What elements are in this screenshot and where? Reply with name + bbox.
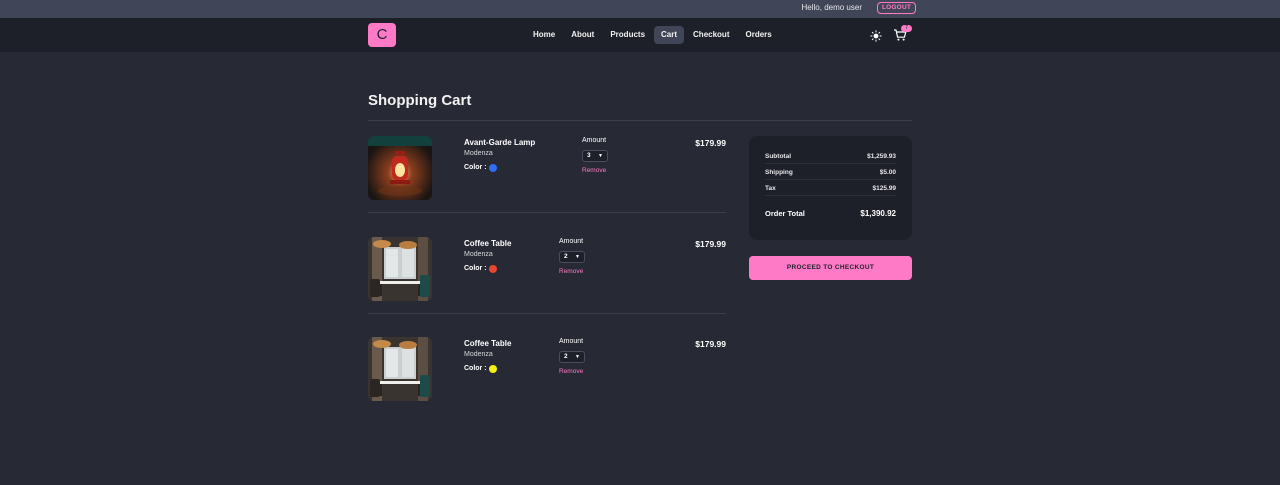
amount-select[interactable]: 2 ▼ bbox=[559, 251, 585, 263]
tax-value: $125.99 bbox=[872, 185, 897, 192]
product-image-lamp bbox=[368, 136, 432, 200]
remove-button[interactable]: Remove bbox=[559, 268, 583, 275]
nav-link-about[interactable]: About bbox=[564, 26, 601, 44]
product-image-coffee-table bbox=[368, 337, 432, 401]
color-label: Color : bbox=[464, 265, 487, 272]
cart-item: Coffee Table Modenza Color : Amount 2 ▼ … bbox=[368, 237, 726, 301]
amount-label: Amount bbox=[559, 338, 584, 345]
nav-link-orders[interactable]: Orders bbox=[738, 26, 778, 44]
amount-value: 2 bbox=[564, 353, 568, 360]
amount-label: Amount bbox=[582, 137, 607, 144]
amount-label: Amount bbox=[559, 238, 584, 245]
remove-button[interactable]: Remove bbox=[582, 167, 606, 174]
product-price: $179.99 bbox=[695, 239, 726, 249]
order-total-label: Order Total bbox=[765, 209, 805, 218]
color-swatch bbox=[489, 164, 497, 172]
product-company: Modenza bbox=[464, 251, 493, 258]
chevron-down-icon: ▼ bbox=[598, 153, 603, 159]
item-divider bbox=[368, 313, 726, 314]
product-image-coffee-table bbox=[368, 237, 432, 301]
product-price: $179.99 bbox=[695, 339, 726, 349]
order-summary: Subtotal $1,259.93 Shipping $5.00 Tax $1… bbox=[749, 136, 912, 240]
color-swatch bbox=[489, 365, 497, 373]
cart-item: Coffee Table Modenza Color : Amount 2 ▼ … bbox=[368, 337, 726, 401]
subtotal-label: Subtotal bbox=[765, 153, 791, 160]
item-divider bbox=[368, 212, 726, 213]
subtotal-row: Subtotal $1,259.93 bbox=[765, 148, 896, 164]
proceed-to-checkout-button[interactable]: PROCEED TO CHECKOUT bbox=[749, 256, 912, 280]
top-bar: Hello, demo user LOGOUT bbox=[0, 0, 1280, 18]
product-company: Modenza bbox=[464, 150, 493, 157]
color-label: Color : bbox=[464, 164, 487, 171]
greeting-text: Hello, demo user bbox=[801, 3, 862, 12]
nav-link-products[interactable]: Products bbox=[603, 26, 652, 44]
logout-button[interactable]: LOGOUT bbox=[877, 2, 917, 14]
cart-item: Avant-Garde Lamp Modenza Color : Amount … bbox=[368, 136, 726, 200]
tax-label: Tax bbox=[765, 185, 776, 192]
cart-count-badge: 7 bbox=[901, 25, 912, 32]
product-name[interactable]: Coffee Table bbox=[464, 339, 511, 348]
amount-select[interactable]: 3 ▼ bbox=[582, 150, 608, 162]
title-divider bbox=[368, 120, 912, 121]
logo[interactable]: C bbox=[368, 23, 396, 47]
shipping-row: Shipping $5.00 bbox=[765, 164, 896, 180]
chevron-down-icon: ▼ bbox=[575, 354, 580, 360]
nav-link-home[interactable]: Home bbox=[526, 26, 562, 44]
chevron-down-icon: ▼ bbox=[575, 254, 580, 260]
remove-button[interactable]: Remove bbox=[559, 368, 583, 375]
nav-links: Home About Products Cart Checkout Orders bbox=[526, 26, 781, 44]
amount-value: 2 bbox=[564, 253, 568, 260]
amount-select[interactable]: 2 ▼ bbox=[559, 351, 585, 363]
shipping-value: $5.00 bbox=[879, 169, 896, 176]
nav-link-checkout[interactable]: Checkout bbox=[686, 26, 736, 44]
nav-link-cart[interactable]: Cart bbox=[654, 26, 685, 44]
page-title: Shopping Cart bbox=[368, 92, 472, 109]
product-price: $179.99 bbox=[695, 138, 726, 148]
product-company: Modenza bbox=[464, 351, 493, 358]
order-total-value: $1,390.92 bbox=[860, 209, 896, 218]
tax-row: Tax $125.99 bbox=[765, 180, 896, 196]
product-name[interactable]: Avant-Garde Lamp bbox=[464, 138, 535, 147]
navbar: C Home About Products Cart Checkout Orde… bbox=[0, 18, 1280, 52]
product-name[interactable]: Coffee Table bbox=[464, 239, 511, 248]
subtotal-value: $1,259.93 bbox=[867, 153, 896, 160]
color-swatch bbox=[489, 265, 497, 273]
amount-value: 3 bbox=[587, 152, 591, 159]
sun-icon[interactable] bbox=[870, 30, 882, 42]
color-label: Color : bbox=[464, 365, 487, 372]
shipping-label: Shipping bbox=[765, 169, 793, 176]
